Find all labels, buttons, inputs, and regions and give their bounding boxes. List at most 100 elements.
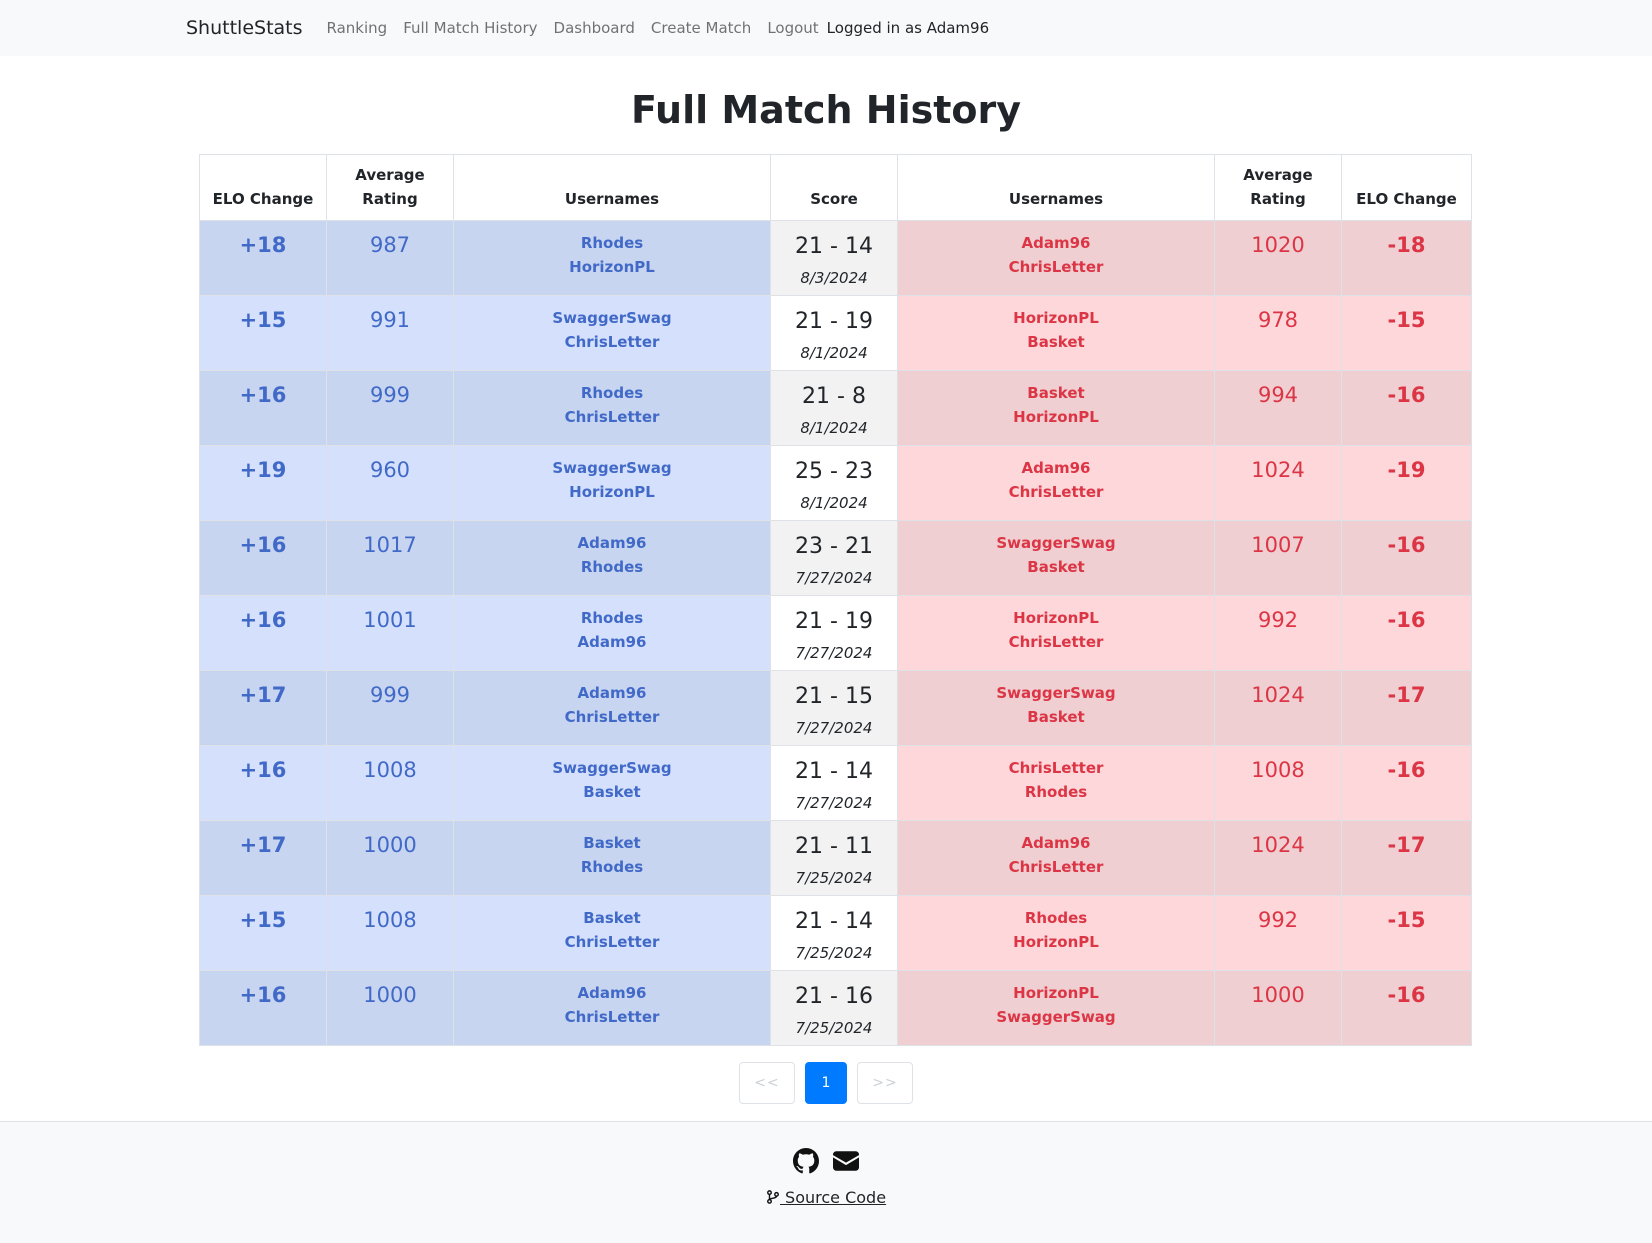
loser-username-link[interactable]: HorizonPL	[898, 606, 1214, 630]
winner-elo-change-cell: +16	[199, 745, 327, 821]
nav-link-create-match[interactable]: Create Match	[651, 19, 751, 37]
loser-username-link[interactable]: HorizonPL	[898, 306, 1214, 330]
match-score: 23 - 21	[795, 534, 873, 559]
winner-average-rating: 960	[369, 458, 411, 482]
winner-elo-change: +16	[239, 608, 287, 632]
loser-elo-change: -15	[1387, 908, 1426, 932]
winner-elo-change: +15	[239, 908, 287, 932]
winner-username-link[interactable]: ChrisLetter	[454, 1005, 770, 1029]
loser-username-link[interactable]: ChrisLetter	[898, 630, 1214, 654]
winner-username-link[interactable]: Rhodes	[454, 381, 770, 405]
loser-username-link[interactable]: ChrisLetter	[898, 756, 1214, 780]
match-date: 8/1/2024	[800, 344, 868, 362]
winner-username-link[interactable]: ChrisLetter	[454, 405, 770, 429]
source-code-link[interactable]: Source Code	[766, 1188, 886, 1207]
winner-username-link[interactable]: Rhodes	[454, 555, 770, 579]
winner-elo-change-cell: +15	[199, 895, 327, 971]
winner-username-link[interactable]: ChrisLetter	[454, 930, 770, 954]
score-cell: 21 - 14 7/25/2024	[770, 895, 898, 971]
loser-username-link[interactable]: HorizonPL	[898, 930, 1214, 954]
winner-username-link[interactable]: HorizonPL	[454, 480, 770, 504]
score-cell: 21 - 14 8/3/2024	[770, 220, 898, 296]
logged-in-user-text: Logged in as Adam96	[826, 19, 990, 37]
winner-average-rating-cell: 1017	[326, 520, 454, 596]
loser-usernames-cell: Adam96 ChrisLetter	[897, 820, 1215, 896]
match-history-table: ELO Change Average Rating Usernames Scor…	[199, 154, 1472, 1046]
winner-username-link[interactable]: Rhodes	[454, 855, 770, 879]
winner-username-link[interactable]: Adam96	[454, 981, 770, 1005]
winner-username-link[interactable]: Basket	[454, 906, 770, 930]
winner-average-rating-cell: 1000	[326, 970, 454, 1046]
loser-username-link[interactable]: ChrisLetter	[898, 855, 1214, 879]
table-row: +16 1000 Adam96 ChrisLetter 21 - 16 7/25/2024…	[199, 970, 1472, 1046]
winner-elo-change-cell: +17	[199, 820, 327, 896]
loser-username-link[interactable]: HorizonPL	[898, 981, 1214, 1005]
match-date: 8/1/2024	[800, 419, 868, 437]
winner-username-link[interactable]: Adam96	[454, 531, 770, 555]
match-score: 21 - 19	[795, 609, 873, 634]
pagination-prev-button[interactable]: <<	[739, 1062, 795, 1104]
pagination-next-button[interactable]: >>	[857, 1062, 913, 1104]
nav-link-full-match-history[interactable]: Full Match History	[403, 19, 537, 37]
winner-username-link[interactable]: HorizonPL	[454, 255, 770, 279]
winner-username-link[interactable]: SwaggerSwag	[454, 756, 770, 780]
loser-username-link[interactable]: Rhodes	[898, 780, 1214, 804]
loser-username-link[interactable]: ChrisLetter	[898, 480, 1214, 504]
loser-usernames-cell: Rhodes HorizonPL	[897, 895, 1215, 971]
nav-link-ranking[interactable]: Ranking	[327, 19, 388, 37]
loser-username-link[interactable]: Basket	[898, 705, 1214, 729]
loser-username-link[interactable]: HorizonPL	[898, 405, 1214, 429]
winner-elo-change: +16	[239, 383, 287, 407]
winner-elo-change-cell: +19	[199, 445, 327, 521]
loser-username-link[interactable]: SwaggerSwag	[898, 1005, 1214, 1029]
loser-elo-change-cell: -17	[1341, 670, 1472, 746]
winner-username-link[interactable]: Adam96	[454, 681, 770, 705]
match-score: 21 - 14	[795, 234, 873, 259]
nav-link-logout[interactable]: Logout	[767, 19, 818, 37]
loser-average-rating-cell: 1007	[1214, 520, 1342, 596]
winner-elo-change-cell: +16	[199, 970, 327, 1046]
winner-average-rating-cell: 1008	[326, 745, 454, 821]
github-icon[interactable]	[793, 1148, 819, 1174]
winner-username-link[interactable]: Rhodes	[454, 231, 770, 255]
loser-username-link[interactable]: Adam96	[898, 831, 1214, 855]
winner-username-link[interactable]: Rhodes	[454, 606, 770, 630]
score-cell: 21 - 15 7/27/2024	[770, 670, 898, 746]
winner-username-link[interactable]: ChrisLetter	[454, 705, 770, 729]
loser-elo-change: -16	[1387, 608, 1426, 632]
nav-link-dashboard[interactable]: Dashboard	[554, 19, 635, 37]
winner-username-link[interactable]: SwaggerSwag	[454, 456, 770, 480]
loser-username-link[interactable]: ChrisLetter	[898, 255, 1214, 279]
brand-link[interactable]: ShuttleStats	[186, 17, 303, 39]
winner-username-link[interactable]: Basket	[454, 831, 770, 855]
table-row: +16 1001 Rhodes Adam96 21 - 19 7/27/2024 Horiz…	[199, 595, 1472, 671]
loser-average-rating-cell: 1000	[1214, 970, 1342, 1046]
score-cell: 21 - 19 8/1/2024	[770, 295, 898, 371]
loser-elo-change: -15	[1387, 308, 1426, 332]
header-winner-average-rating: Average Rating	[326, 154, 454, 221]
loser-elo-change: -17	[1387, 683, 1426, 707]
match-score: 21 - 15	[795, 684, 873, 709]
loser-username-link[interactable]: SwaggerSwag	[898, 681, 1214, 705]
loser-average-rating: 978	[1257, 308, 1299, 332]
match-date: 8/3/2024	[800, 269, 868, 287]
match-date: 7/27/2024	[795, 569, 873, 587]
loser-username-link[interactable]: SwaggerSwag	[898, 531, 1214, 555]
loser-username-link[interactable]: Adam96	[898, 231, 1214, 255]
loser-username-link[interactable]: Basket	[898, 555, 1214, 579]
loser-username-link[interactable]: Basket	[898, 381, 1214, 405]
loser-average-rating-cell: 978	[1214, 295, 1342, 371]
loser-elo-change-cell: -15	[1341, 895, 1472, 971]
winner-average-rating: 1017	[363, 533, 417, 557]
loser-average-rating: 1024	[1251, 833, 1305, 857]
winner-username-link[interactable]: ChrisLetter	[454, 330, 770, 354]
loser-username-link[interactable]: Basket	[898, 330, 1214, 354]
pagination-page-button[interactable]: 1	[805, 1062, 847, 1104]
loser-username-link[interactable]: Rhodes	[898, 906, 1214, 930]
winner-usernames-cell: Rhodes Adam96	[453, 595, 771, 671]
winner-username-link[interactable]: SwaggerSwag	[454, 306, 770, 330]
envelope-icon[interactable]	[833, 1148, 859, 1174]
winner-username-link[interactable]: Adam96	[454, 630, 770, 654]
winner-username-link[interactable]: Basket	[454, 780, 770, 804]
loser-username-link[interactable]: Adam96	[898, 456, 1214, 480]
